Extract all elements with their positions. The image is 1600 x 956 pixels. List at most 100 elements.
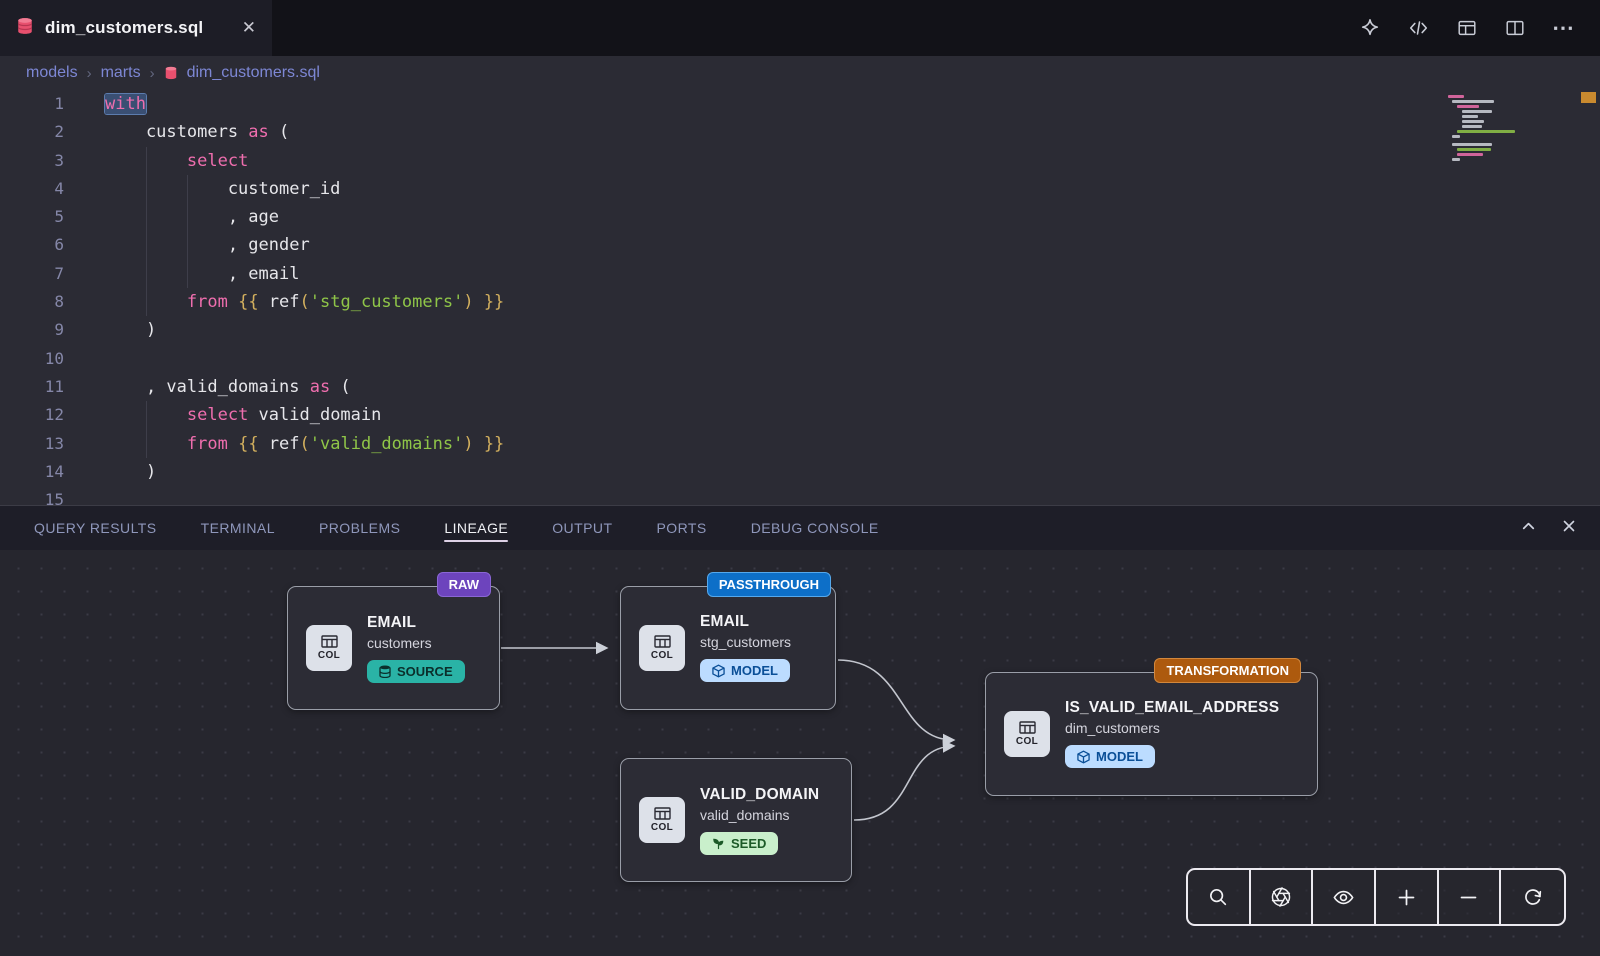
tag-transformation: TRANSFORMATION xyxy=(1154,658,1301,683)
code-line: 7 , email xyxy=(0,260,1600,288)
line-number: 3 xyxy=(0,147,80,175)
zoom-in-button[interactable] xyxy=(1376,870,1439,924)
database-file-icon xyxy=(164,66,178,80)
lineage-toolbar xyxy=(1186,868,1566,926)
model-badge: MODEL xyxy=(700,659,790,682)
code-line: 1with xyxy=(0,90,1600,118)
database-icon xyxy=(379,665,391,678)
panel-tab-problems[interactable]: PROBLEMS xyxy=(319,507,400,549)
table-icon xyxy=(321,635,338,648)
source-badge: SOURCE xyxy=(367,660,465,683)
seed-badge: SEED xyxy=(700,832,778,855)
minus-icon xyxy=(1458,887,1479,908)
node-title: EMAIL xyxy=(367,614,465,632)
table-icon[interactable] xyxy=(1456,17,1478,39)
indent-guide xyxy=(146,401,147,458)
panel-tab-terminal[interactable]: TERMINAL xyxy=(201,507,275,549)
code-line: 13 from {{ ref('valid_domains') }} xyxy=(0,430,1600,458)
overview-ruler-marker xyxy=(1581,92,1596,103)
line-number: 12 xyxy=(0,401,80,429)
node-subtitle: stg_customers xyxy=(700,634,791,650)
panel-close-icon[interactable] xyxy=(1560,517,1578,540)
code-line: 4 customer_id xyxy=(0,175,1600,203)
aperture-icon xyxy=(1270,886,1292,908)
model-badge: MODEL xyxy=(1065,745,1155,768)
line-number: 6 xyxy=(0,231,80,259)
code-line: 14 ) xyxy=(0,458,1600,486)
line-number: 8 xyxy=(0,288,80,316)
code-line: 9 ) xyxy=(0,316,1600,344)
plus-icon xyxy=(1396,887,1417,908)
search-icon xyxy=(1207,886,1229,908)
line-number: 13 xyxy=(0,430,80,458)
table-icon xyxy=(654,807,671,820)
code-line: 8 from {{ ref('stg_customers') }} xyxy=(0,288,1600,316)
breadcrumb-separator: › xyxy=(150,65,155,82)
title-bar: dim_customers.sql ✕ ⋯ xyxy=(0,0,1600,56)
line-number: 9 xyxy=(0,316,80,344)
line-number: 4 xyxy=(0,175,80,203)
node-subtitle: valid_domains xyxy=(700,807,819,823)
panel-tab-output[interactable]: OUTPUT xyxy=(552,507,612,549)
node-subtitle: dim_customers xyxy=(1065,720,1279,736)
panel-tab-ports[interactable]: PORTS xyxy=(656,507,706,549)
column-chip: COL xyxy=(306,625,352,671)
line-number: 15 xyxy=(0,486,80,505)
breadcrumb-models[interactable]: models xyxy=(26,64,78,82)
code-lines: 1with2 customers as (3 select4 customer_… xyxy=(0,90,1600,505)
split-editor-icon[interactable] xyxy=(1504,17,1526,39)
node-title: IS_VALID_EMAIL_ADDRESS xyxy=(1065,699,1279,717)
line-number: 10 xyxy=(0,345,80,373)
code-line: 5 , age xyxy=(0,203,1600,231)
tag-raw: RAW xyxy=(437,572,491,597)
minimap[interactable] xyxy=(1448,95,1548,173)
breadcrumb-file[interactable]: dim_customers.sql xyxy=(187,64,320,82)
column-chip: COL xyxy=(639,797,685,843)
lineage-node-stg-customers[interactable]: PASSTHROUGH COL EMAIL stg_customers MODE… xyxy=(620,586,836,710)
sparkle-icon[interactable] xyxy=(1359,17,1381,39)
indent-guide xyxy=(146,147,147,316)
refresh-icon xyxy=(1522,886,1544,908)
zoom-out-button[interactable] xyxy=(1439,870,1502,924)
breadcrumb: models › marts › dim_customers.sql xyxy=(0,56,1600,90)
line-number: 1 xyxy=(0,90,80,118)
more-actions-icon[interactable]: ⋯ xyxy=(1552,15,1574,41)
line-number: 11 xyxy=(0,373,80,401)
line-number: 2 xyxy=(0,118,80,146)
code-line: 11 , valid_domains as ( xyxy=(0,373,1600,401)
eye-icon xyxy=(1332,886,1355,909)
lineage-node-dim-customers[interactable]: TRANSFORMATION COL IS_VALID_EMAIL_ADDRES… xyxy=(985,672,1318,796)
node-title: EMAIL xyxy=(700,613,791,631)
code-icon[interactable] xyxy=(1407,17,1430,39)
panel-tab-debug-console[interactable]: DEBUG CONSOLE xyxy=(751,507,879,549)
bottom-panel-bar: QUERY RESULTS TERMINAL PROBLEMS LINEAGE OUTP… xyxy=(0,505,1600,550)
tab-title: dim_customers.sql xyxy=(45,18,203,38)
code-line: 12 select valid_domain xyxy=(0,401,1600,429)
node-title: VALID_DOMAIN xyxy=(700,786,819,804)
sprout-icon xyxy=(712,837,725,850)
code-line: 3 select xyxy=(0,147,1600,175)
line-number: 7 xyxy=(0,260,80,288)
panel-tabs: QUERY RESULTS TERMINAL PROBLEMS LINEAGE OUTP… xyxy=(34,507,1519,549)
visibility-button[interactable] xyxy=(1313,870,1376,924)
indent-guide xyxy=(187,175,188,288)
lineage-node-valid-domains[interactable]: COL VALID_DOMAIN valid_domains SEED xyxy=(620,758,852,882)
table-icon xyxy=(1019,721,1036,734)
aperture-button[interactable] xyxy=(1251,870,1314,924)
editor-tab[interactable]: dim_customers.sql ✕ xyxy=(0,0,272,56)
code-editor[interactable]: 1with2 customers as (3 select4 customer_… xyxy=(0,90,1600,505)
code-line: 2 customers as ( xyxy=(0,118,1600,146)
panel-collapse-icon[interactable] xyxy=(1519,516,1538,540)
refresh-button[interactable] xyxy=(1501,870,1564,924)
column-chip: COL xyxy=(1004,711,1050,757)
breadcrumb-separator: › xyxy=(87,65,92,82)
lineage-canvas[interactable]: RAW COL EMAIL customers SOURCE PASSTHROU… xyxy=(0,550,1600,956)
lineage-node-customers[interactable]: RAW COL EMAIL customers SOURCE xyxy=(287,586,500,710)
search-button[interactable] xyxy=(1188,870,1251,924)
tab-close-icon[interactable]: ✕ xyxy=(242,18,256,38)
breadcrumb-marts[interactable]: marts xyxy=(101,64,141,82)
cube-icon xyxy=(1077,750,1090,764)
panel-tab-lineage[interactable]: LINEAGE xyxy=(444,507,508,549)
cube-icon xyxy=(712,664,725,678)
panel-tab-query-results[interactable]: QUERY RESULTS xyxy=(34,507,157,549)
